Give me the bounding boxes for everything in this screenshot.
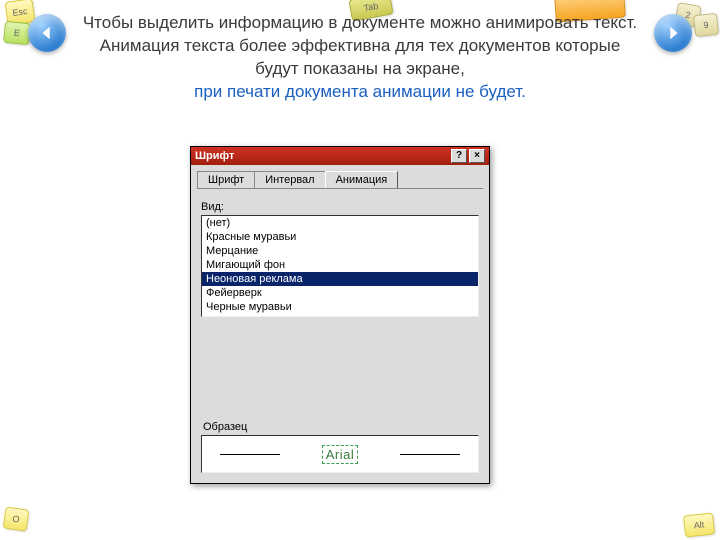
tab-font[interactable]: Шрифт (197, 171, 255, 188)
animation-option[interactable]: Неоновая реклама (202, 272, 478, 286)
animation-option[interactable]: Фейерверк (202, 286, 478, 300)
animation-option[interactable]: Красные муравьи (202, 230, 478, 244)
animation-listbox[interactable]: (нет)Красные муравьиМерцаниеМигающий фон… (201, 215, 479, 317)
bg-key-e: E (3, 21, 31, 46)
prev-slide-button[interactable] (28, 14, 66, 52)
tab-animation[interactable]: Анимация (325, 171, 399, 188)
animation-option[interactable]: (нет) (202, 216, 478, 230)
kind-label: Вид: (201, 201, 479, 213)
help-button[interactable]: ? (451, 149, 467, 163)
tab-interval[interactable]: Интервал (254, 171, 325, 188)
close-button[interactable]: × (469, 149, 485, 163)
next-slide-button[interactable] (654, 14, 692, 52)
arrow-right-icon (664, 24, 682, 42)
preview-label: Образец (203, 421, 479, 433)
dialog-title: Шрифт (195, 150, 234, 162)
headline-line-3: при печати документа анимации не будет. (194, 82, 526, 101)
preview-box: Arial (201, 435, 479, 473)
headline-line-1: Чтобы выделить информацию в документе мо… (83, 13, 637, 32)
bg-key-alt: Alt (683, 512, 715, 537)
tab-row: Шрифт Интервал Анимация (191, 165, 489, 188)
bg-key-o: O (3, 506, 30, 531)
animation-option[interactable]: Мигающий фон (202, 258, 478, 272)
animation-panel: Вид: (нет)Красные муравьиМерцаниеМигающи… (191, 189, 489, 483)
animation-option[interactable]: Мерцание (202, 244, 478, 258)
preview-text: Arial (324, 447, 357, 462)
font-dialog: Шрифт ? × Шрифт Интервал Анимация Вид: (… (190, 146, 490, 484)
headline-line-2: Анимация текста более эффективна для тех… (100, 36, 621, 78)
dialog-titlebar: Шрифт ? × (191, 147, 489, 165)
animation-option[interactable]: Черные муравьи (202, 300, 478, 314)
bg-key-nine: 9 (693, 13, 719, 37)
arrow-left-icon (38, 24, 56, 42)
headline-text: Чтобы выделить информацию в документе мо… (80, 12, 640, 104)
